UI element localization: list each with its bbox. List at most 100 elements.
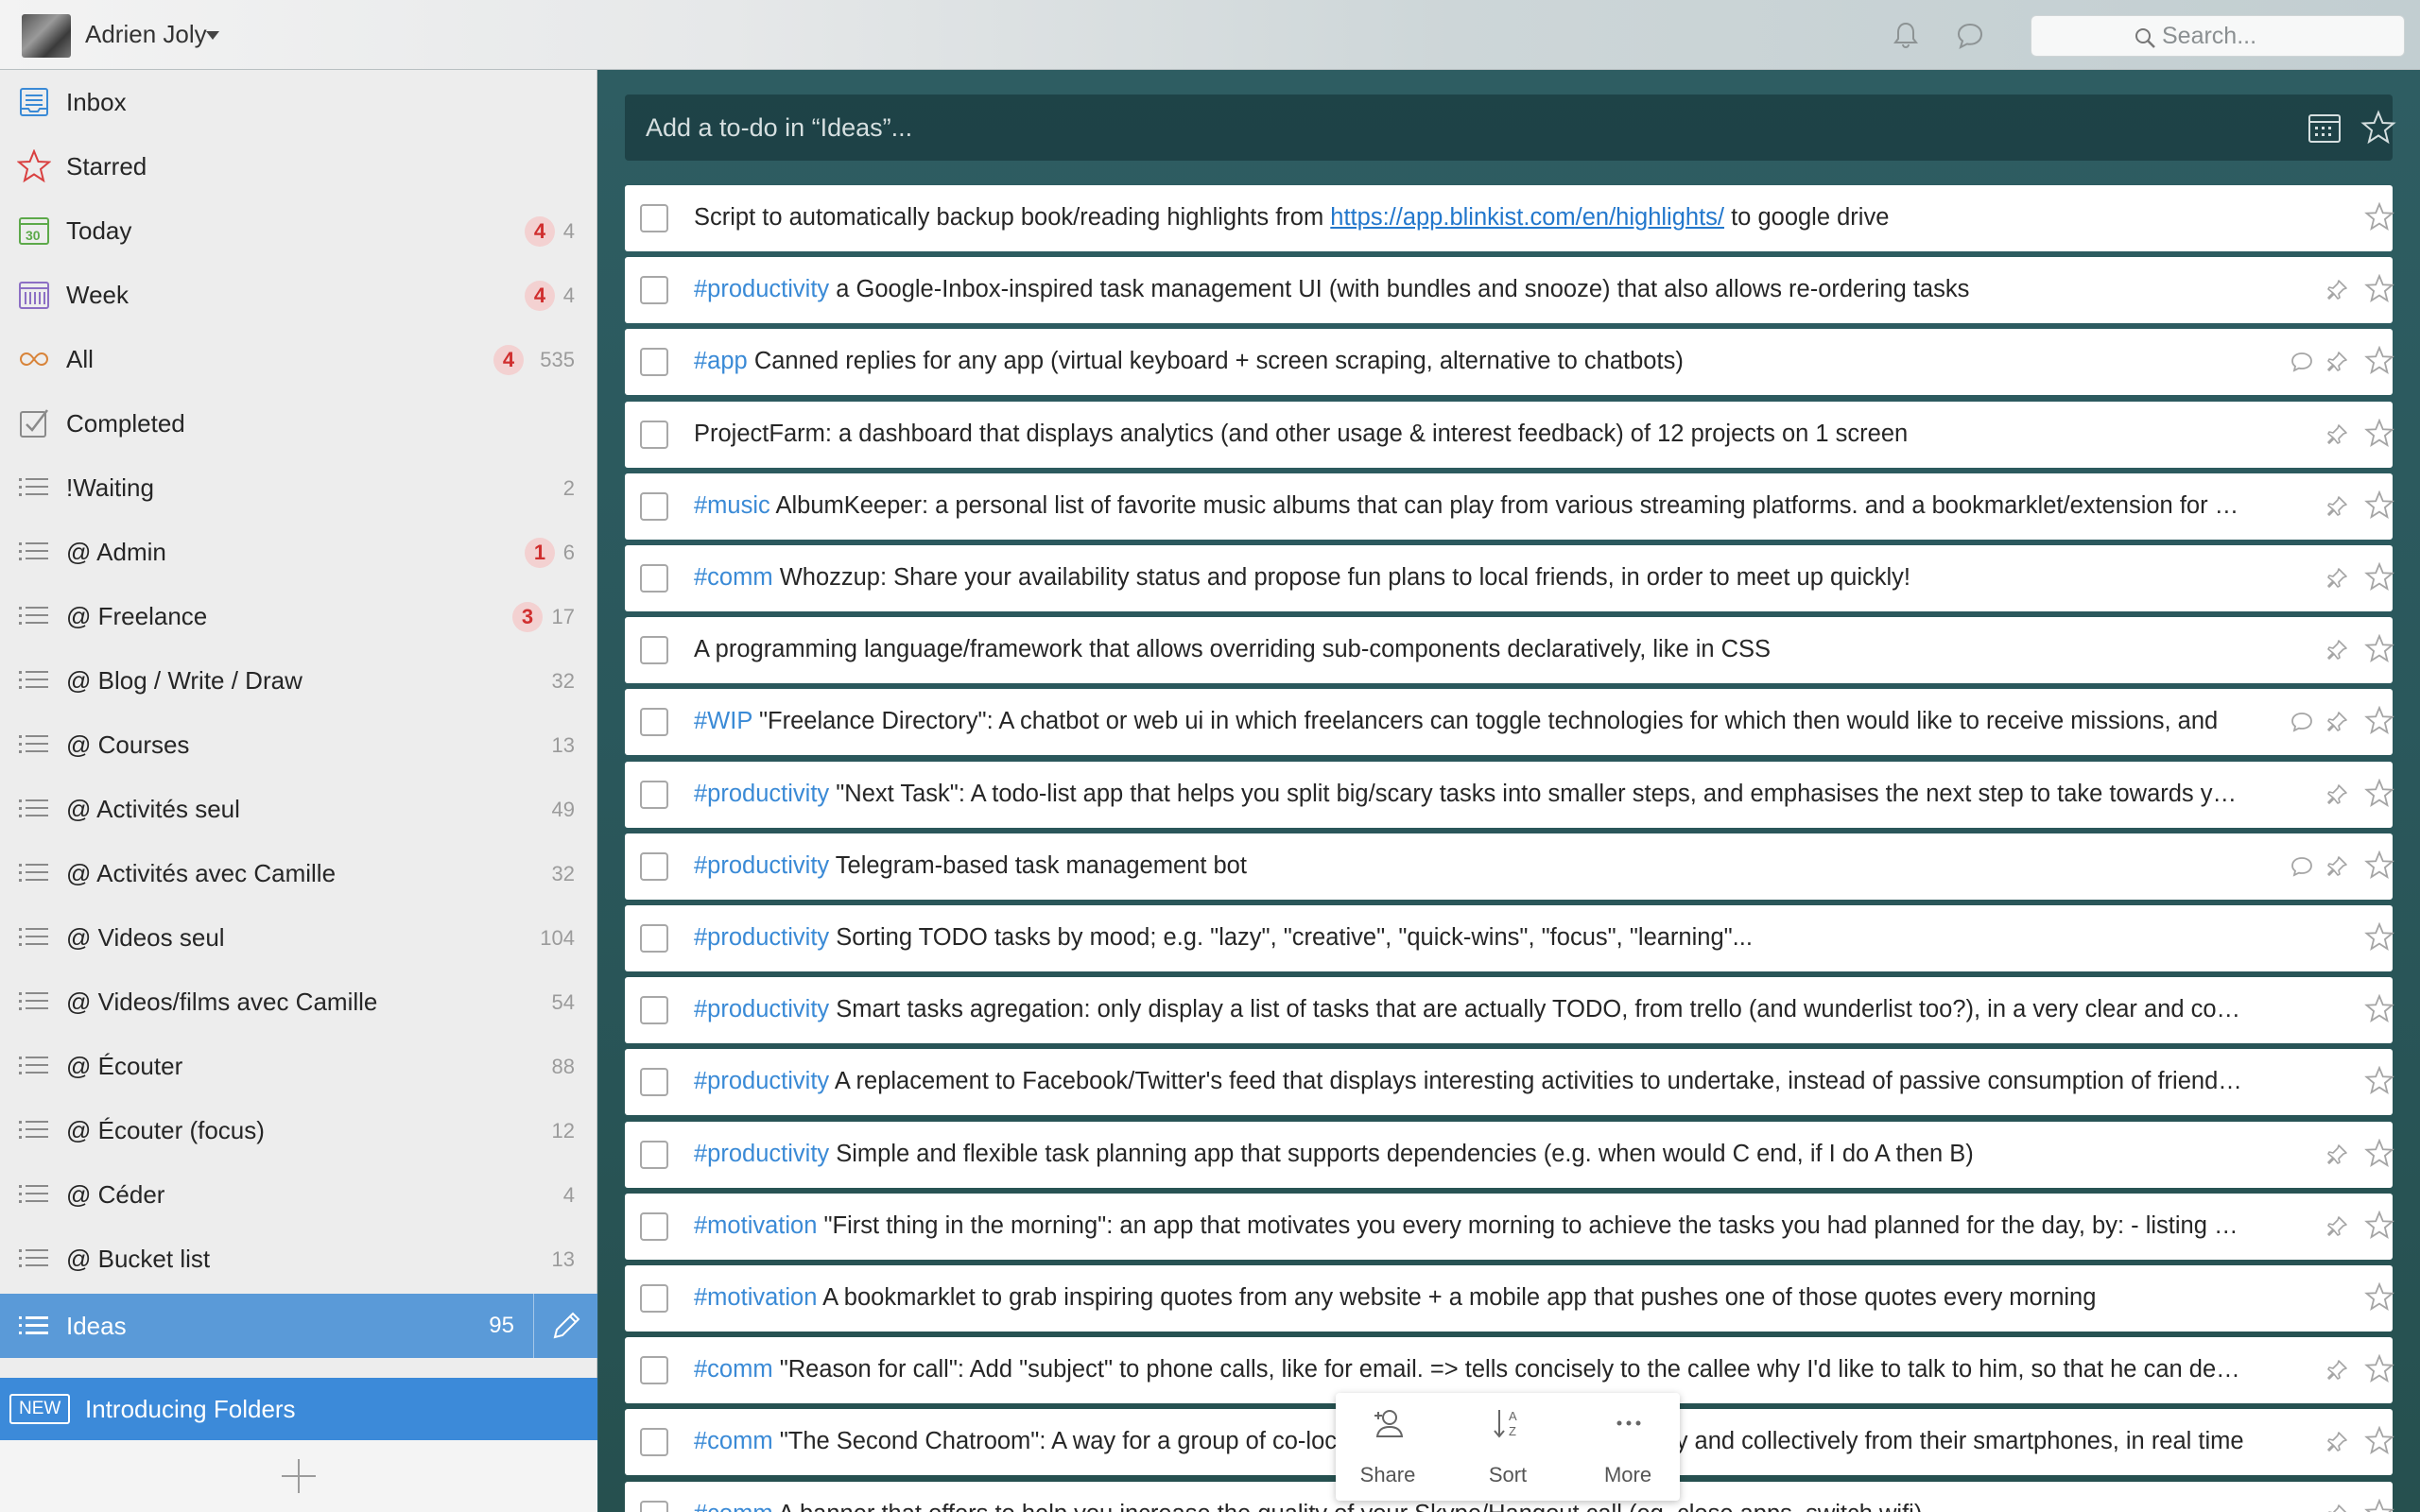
task-title[interactable]: #productivity A replacement to Facebook/… — [694, 1068, 2244, 1095]
star-icon[interactable] — [2364, 634, 2394, 664]
task-checkbox[interactable] — [640, 204, 668, 232]
task-checkbox[interactable] — [640, 1356, 668, 1385]
task-row[interactable]: Script to automatically backup book/read… — [625, 185, 2394, 251]
sidebar-item-inbox[interactable]: Inbox — [0, 70, 597, 134]
hashtag[interactable]: #productivity — [694, 1068, 829, 1094]
task-row[interactable]: #WIP "Freelance Directory": A chatbot or… — [625, 689, 2394, 756]
hashtag[interactable]: #productivity — [694, 781, 829, 807]
task-title[interactable]: #comm A banner that offers to help you i… — [694, 1501, 2244, 1512]
chevron-down-icon[interactable] — [206, 31, 219, 40]
hashtag[interactable]: #app — [694, 348, 748, 374]
task-checkbox[interactable] — [640, 1211, 668, 1241]
task-row[interactable]: #productivity a Google-Inbox-inspired ta… — [625, 257, 2394, 324]
task-title[interactable]: #productivity a Google-Inbox-inspired ta… — [694, 276, 2244, 303]
task-checkbox[interactable] — [640, 780, 668, 809]
sidebar-item-c-der[interactable]: @ Céder 4 — [0, 1162, 597, 1227]
add-todo-input[interactable] — [646, 108, 2205, 147]
search-input[interactable] — [2162, 22, 2389, 50]
sidebar-item-couter[interactable]: @ Écouter 88 — [0, 1034, 597, 1098]
task-row[interactable]: #productivity Telegram-based task manage… — [625, 833, 2394, 900]
sidebar-item-today[interactable]: 30 Today 4 4 — [0, 198, 597, 263]
sidebar-item-videos-films-avec-camille[interactable]: @ Videos/films avec Camille 54 — [0, 970, 597, 1034]
share-button[interactable]: Share — [1336, 1393, 1440, 1501]
sidebar-item-courses[interactable]: @ Courses 13 — [0, 713, 597, 777]
sidebar-item-completed[interactable]: Completed — [0, 391, 597, 455]
star-icon[interactable] — [2364, 1210, 2394, 1241]
add-todo-bar[interactable] — [625, 94, 2396, 161]
sidebar-item-activit-s-avec-camille[interactable]: @ Activités avec Camille 32 — [0, 841, 597, 905]
due-date-calendar-icon[interactable] — [2308, 112, 2342, 144]
sidebar-item-week[interactable]: Week 4 4 — [0, 263, 597, 327]
hashtag[interactable]: #productivity — [694, 276, 829, 302]
star-icon[interactable] — [2364, 274, 2394, 304]
hashtag[interactable]: #WIP — [694, 708, 752, 734]
add-list-button[interactable] — [0, 1440, 597, 1512]
task-row[interactable]: #app Canned replies for any app (virtual… — [625, 329, 2394, 396]
task-checkbox[interactable] — [640, 420, 668, 449]
sidebar-item-admin[interactable]: @ Admin 1 6 — [0, 520, 597, 584]
sidebar-item-starred[interactable]: Starred — [0, 134, 597, 198]
task-checkbox[interactable] — [640, 636, 668, 665]
star-icon[interactable] — [2364, 994, 2394, 1024]
task-checkbox[interactable] — [640, 1140, 668, 1169]
hashtag[interactable]: #music — [694, 492, 770, 519]
task-checkbox[interactable] — [640, 491, 668, 521]
task-checkbox[interactable] — [640, 708, 668, 737]
task-checkbox[interactable] — [640, 996, 668, 1025]
avatar[interactable] — [22, 14, 71, 58]
sidebar-item-ideas[interactable]: Ideas 95 — [0, 1294, 597, 1358]
task-checkbox[interactable] — [640, 1068, 668, 1097]
star-icon[interactable] — [2364, 346, 2394, 376]
task-row[interactable]: #motivation "First thing in the morning"… — [625, 1193, 2394, 1260]
task-row[interactable]: #productivity A replacement to Facebook/… — [625, 1049, 2394, 1116]
task-checkbox[interactable] — [640, 1500, 668, 1512]
task-row[interactable]: #productivity Sorting TODO tasks by mood… — [625, 905, 2394, 971]
task-row[interactable]: #productivity Simple and flexible task p… — [625, 1121, 2394, 1188]
star-icon[interactable] — [2364, 850, 2394, 881]
hashtag[interactable]: #comm — [694, 1356, 773, 1383]
sidebar-item-blog-write-draw[interactable]: @ Blog / Write / Draw 32 — [0, 648, 597, 713]
task-title[interactable]: #productivity Smart tasks agregation: on… — [694, 996, 2244, 1023]
task-title[interactable]: ProjectFarm: a dashboard that displays a… — [694, 421, 2244, 448]
task-row[interactable]: #motivation A bookmarklet to grab inspir… — [625, 1265, 2394, 1332]
hashtag[interactable]: #productivity — [694, 1141, 829, 1167]
task-title[interactable]: Script to automatically backup book/read… — [694, 204, 2244, 232]
sidebar-item-videos-seul[interactable]: @ Videos seul 104 — [0, 905, 597, 970]
hashtag[interactable]: #productivity — [694, 996, 829, 1022]
star-icon[interactable] — [2364, 1426, 2394, 1456]
conversations-icon[interactable] — [1953, 19, 1987, 53]
task-row[interactable]: #music AlbumKeeper: a personal list of f… — [625, 472, 2394, 540]
star-icon[interactable] — [2364, 706, 2394, 736]
star-icon[interactable] — [2364, 418, 2394, 449]
star-icon[interactable] — [2364, 562, 2394, 593]
task-title[interactable]: A programming language/framework that al… — [694, 636, 2244, 663]
task-title[interactable]: #app Canned replies for any app (virtual… — [694, 348, 2244, 375]
task-checkbox[interactable] — [640, 348, 668, 377]
user-name[interactable]: Adrien Joly — [85, 20, 207, 49]
task-checkbox[interactable] — [640, 564, 668, 593]
star-icon[interactable] — [2364, 922, 2394, 953]
star-icon[interactable] — [2364, 1138, 2394, 1169]
star-icon[interactable] — [2364, 1498, 2394, 1512]
sidebar-item-activit-s-seul[interactable]: @ Activités seul 49 — [0, 777, 597, 841]
task-checkbox[interactable] — [640, 924, 668, 953]
introducing-folders-banner[interactable]: NEW Introducing Folders — [0, 1378, 597, 1440]
task-title[interactable]: #WIP "Freelance Directory": A chatbot or… — [694, 708, 2244, 735]
task-row[interactable]: #comm Whozzup: Share your availability s… — [625, 545, 2394, 611]
task-row[interactable]: #productivity Smart tasks agregation: on… — [625, 977, 2394, 1044]
task-checkbox[interactable] — [640, 1428, 668, 1457]
task-row[interactable]: A programming language/framework that al… — [625, 617, 2394, 684]
task-checkbox[interactable] — [640, 851, 668, 881]
sidebar-item-freelance[interactable]: @ Freelance 3 17 — [0, 584, 597, 648]
hashtag[interactable]: #motivation — [694, 1284, 817, 1311]
task-title[interactable]: #productivity Simple and flexible task p… — [694, 1141, 2244, 1168]
star-icon[interactable] — [2364, 778, 2394, 809]
search-box[interactable] — [2031, 15, 2405, 57]
task-title[interactable]: #comm "Reason for call": Add "subject" t… — [694, 1356, 2244, 1383]
more-button[interactable]: More — [1576, 1393, 1680, 1501]
task-title[interactable]: #music AlbumKeeper: a personal list of f… — [694, 492, 2244, 520]
hashtag[interactable]: #productivity — [694, 924, 829, 951]
task-title[interactable]: #motivation "First thing in the morning"… — [694, 1212, 2244, 1240]
task-checkbox[interactable] — [640, 1284, 668, 1313]
sort-button[interactable]: A Z Sort — [1456, 1393, 1560, 1501]
